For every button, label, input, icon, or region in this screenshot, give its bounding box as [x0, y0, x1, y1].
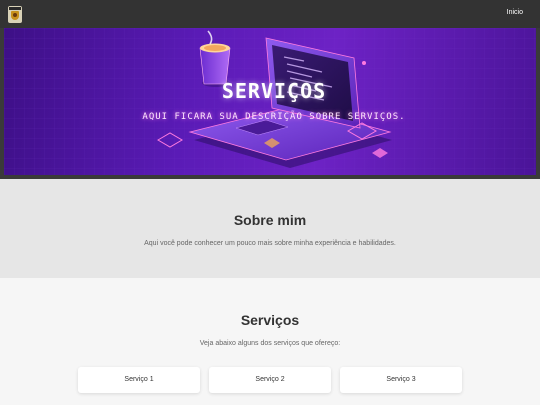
about-section: Sobre mim Aqui você pode conhecer um pou…: [0, 179, 540, 278]
hero-frame-right: [536, 28, 540, 179]
services-text: Veja abaixo alguns dos serviços que ofer…: [199, 340, 341, 347]
top-nav-bar: Inicio: [0, 0, 540, 28]
logo-badge-icon[interactable]: [8, 6, 22, 23]
hero-subtitle: AQUI FICARA SUA DESCRIÇÃO SOBRE SERVIÇOS…: [142, 112, 406, 122]
services-title: Serviços: [240, 312, 300, 328]
nav-link-inicio[interactable]: Inicio: [507, 9, 523, 16]
about-title: Sobre mim: [233, 212, 307, 228]
hero-banner: SERVIÇOS AQUI FICARA SUA DESCRIÇÃO SOBRE…: [4, 28, 536, 175]
hero-title: SERVIÇOS: [221, 79, 327, 103]
services-section: Serviços Veja abaixo alguns dos serviços…: [0, 278, 540, 405]
service-card-2[interactable]: Serviço 2: [209, 367, 331, 393]
service-card-3[interactable]: Serviço 3: [340, 367, 462, 393]
service-card-1[interactable]: Serviço 1: [78, 367, 200, 393]
about-text: Aqui você pode conhecer um pouco mais so…: [144, 240, 396, 247]
